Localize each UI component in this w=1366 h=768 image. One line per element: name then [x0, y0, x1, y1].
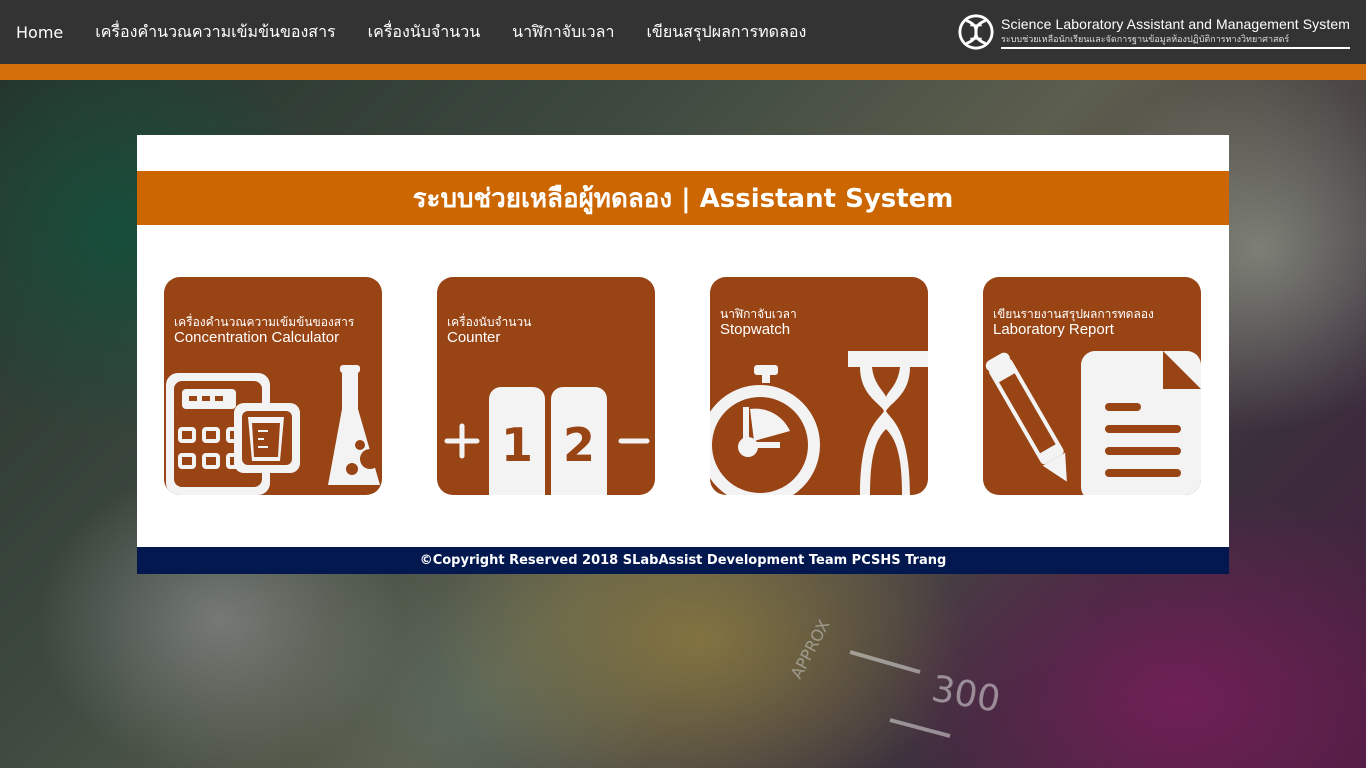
nav-home[interactable]: Home [16, 23, 63, 42]
counter-plus-minus-icon: 1 2 [444, 387, 650, 495]
assistant-panel: ระบบช่วยเหลือผู้ทดลอง | Assistant System… [137, 135, 1229, 547]
brand-text: Science Laboratory Assistant and Managem… [1001, 16, 1350, 49]
tool-cards: เครื่องคำนวณความเข้มข้นของสาร Concentrat… [164, 277, 1204, 495]
calculator-beaker-flask-icon [166, 365, 380, 495]
pencil-document-icon [985, 351, 1201, 495]
top-navbar: Home เครื่องคำนวณความเข้มข้นของสาร เครื่… [0, 0, 1366, 64]
card-title-en: Laboratory Report [993, 321, 1114, 338]
brand-subtitle: ระบบช่วยเหลือนักเรียนและจัดการฐานข้อมูลห… [1001, 32, 1350, 49]
nav-stopwatch[interactable]: นาฬิกาจับเวลา [512, 20, 614, 45]
panel-title: ระบบช่วยเหลือผู้ทดลอง | Assistant System [412, 183, 954, 214]
card-concentration-calculator[interactable]: เครื่องคำนวณความเข้มข้นของสาร Concentrat… [164, 277, 382, 495]
card-title-en: Stopwatch [720, 321, 791, 338]
nav-concentration-calculator[interactable]: เครื่องคำนวณความเข้มข้นของสาร [95, 20, 335, 45]
footer: ©Copyright Reserved 2018 SLabAssist Deve… [137, 547, 1229, 574]
brand-title: Science Laboratory Assistant and Managem… [1001, 15, 1350, 32]
accent-strip [0, 64, 1366, 80]
card-title-en: Concentration Calculator [174, 329, 340, 346]
counter-digit-1: 1 [501, 418, 533, 472]
main-nav: Home เครื่องคำนวณความเข้มข้นของสาร เครื่… [0, 0, 838, 64]
nav-counter[interactable]: เครื่องนับจำนวน [368, 20, 481, 45]
card-title-en: Counter [447, 329, 501, 346]
copyright-text: ©Copyright Reserved 2018 SLabAssist Deve… [419, 553, 947, 568]
brand-logo-link[interactable]: Science Laboratory Assistant and Managem… [957, 12, 1350, 52]
stopwatch-hourglass-icon [710, 351, 928, 495]
nav-lab-report[interactable]: เขียนสรุปผลการทดลอง [646, 20, 806, 45]
background-scale-number: 300 [928, 668, 1003, 720]
card-stopwatch[interactable]: นาฬิกาจับเวลา Stopwatch [710, 277, 928, 495]
background-beaker-scale: 300 APPROX [787, 617, 1003, 738]
counter-digit-2: 2 [563, 418, 595, 472]
card-counter[interactable]: เครื่องนับจำนวน Counter 1 2 [437, 277, 655, 495]
dna-logo-icon [958, 14, 994, 50]
card-lab-report[interactable]: เขียนรายงานสรุปผลการทดลอง Laboratory Rep… [983, 277, 1201, 495]
background-scale-word: APPROX [787, 617, 834, 682]
panel-header: ระบบช่วยเหลือผู้ทดลอง | Assistant System [137, 171, 1229, 225]
